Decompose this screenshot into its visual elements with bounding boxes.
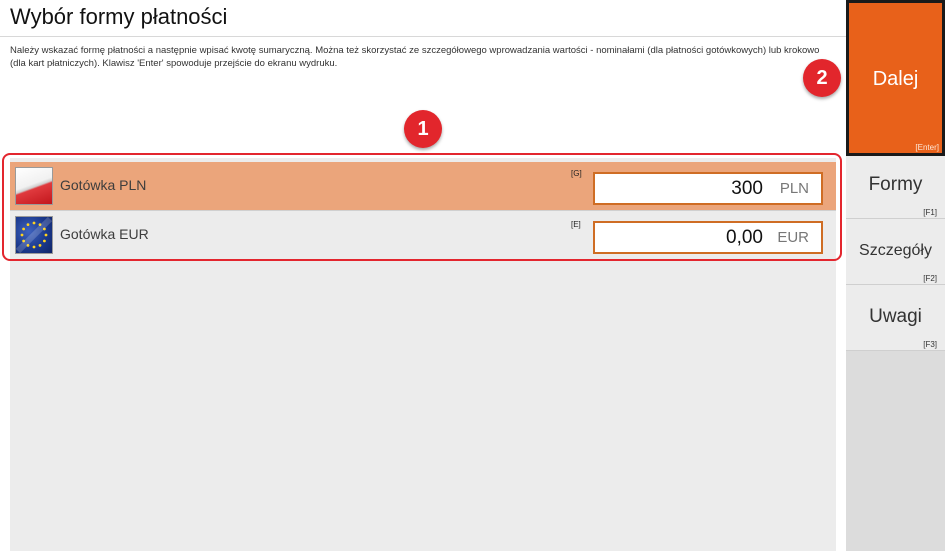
details-button-hotkey: [F2] <box>923 274 937 283</box>
instructions-text: Należy wskazać formę płatności a następn… <box>10 45 820 69</box>
callout-badge-1: 1 <box>404 110 442 148</box>
page-title: Wybór formy płatności <box>10 4 228 29</box>
forms-button-label: Formy <box>868 174 923 195</box>
forms-button[interactable]: Formy [F1] <box>846 156 945 218</box>
callout-badge-2: 2 <box>803 59 841 97</box>
title-divider <box>0 36 846 37</box>
details-button[interactable]: Szczegóły [F2] <box>846 219 945 284</box>
next-button-hotkey: [Enter] <box>915 143 939 152</box>
next-button-label: Dalej <box>872 68 919 90</box>
details-button-label: Szczegóły <box>859 242 932 259</box>
payment-list-highlight <box>2 153 842 261</box>
main-panel: Wybór formy płatności Należy wskazać for… <box>0 0 846 551</box>
next-button[interactable]: Dalej [Enter] <box>846 0 945 156</box>
sidebar-divider <box>846 350 945 351</box>
notes-button-hotkey: [F3] <box>923 340 937 349</box>
notes-button[interactable]: Uwagi [F3] <box>846 285 945 350</box>
forms-button-hotkey: [F1] <box>923 208 937 217</box>
notes-button-label: Uwagi <box>869 306 922 327</box>
